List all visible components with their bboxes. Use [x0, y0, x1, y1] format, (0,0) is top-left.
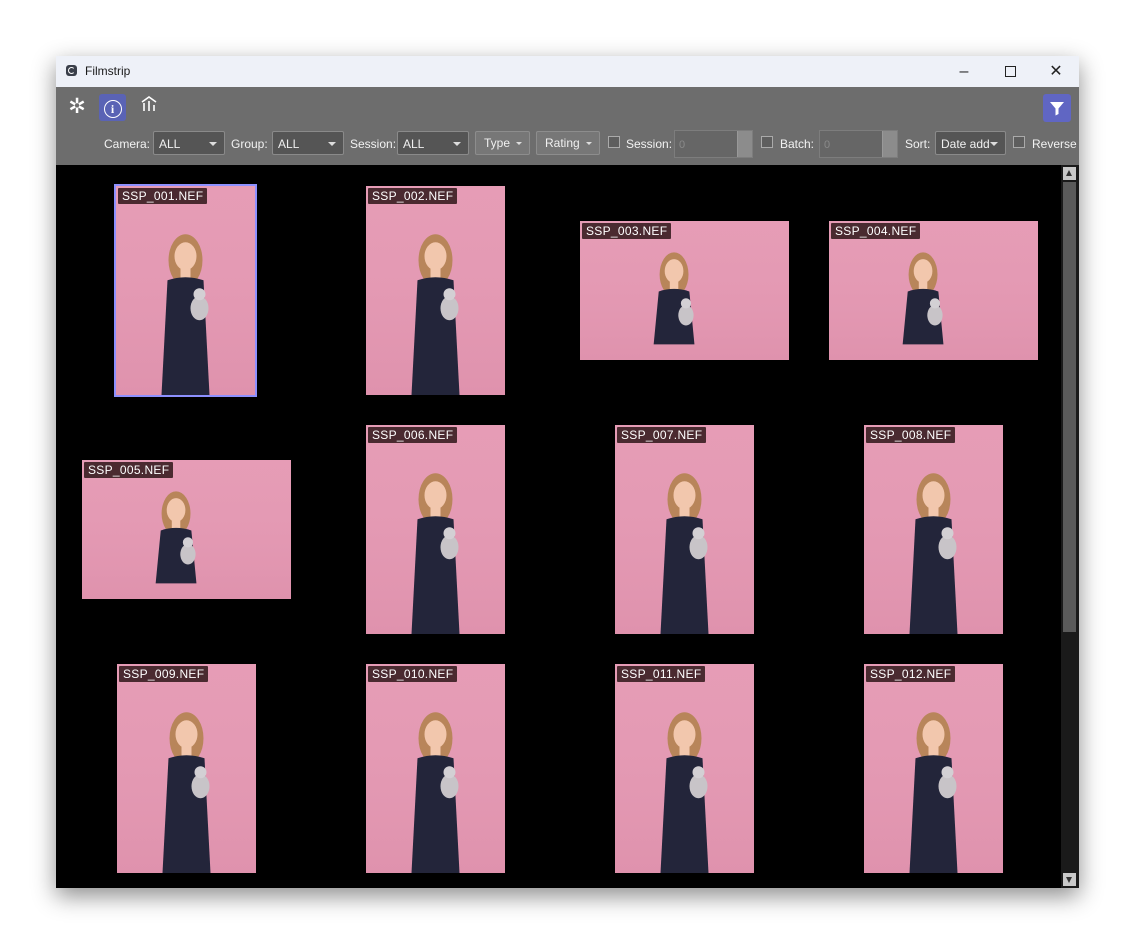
filmstrip-window: Filmstrip – ✕ ✲ i Camera: ALL Group: ALL… — [56, 56, 1079, 888]
thumbnail-12[interactable]: SSP_012.NEF — [864, 663, 1003, 873]
rating-button-label: Rating — [545, 136, 580, 150]
photo-image — [615, 663, 754, 873]
group-value: ALL — [278, 137, 300, 151]
batch-filter-label: Batch: — [780, 137, 815, 151]
photo-image — [580, 220, 789, 360]
camera-dropdown[interactable]: ALL — [153, 131, 225, 155]
session-filter-label: Session: — [626, 137, 673, 151]
thumbnail-10[interactable]: SSP_010.NEF — [366, 663, 505, 873]
filter-icon — [1050, 102, 1064, 116]
thumbnail-filename: SSP_002.NEF — [368, 187, 458, 204]
chevron-down-icon — [585, 142, 592, 146]
toolbar: ✲ i Camera: ALL Group: ALL Session: ALL … — [56, 87, 1079, 165]
sort-label: Sort: — [905, 137, 931, 151]
thumbnail-3[interactable]: SSP_003.NEF — [580, 220, 789, 360]
photo-image — [366, 185, 505, 395]
thumbnail-filename: SSP_007.NEF — [617, 426, 707, 443]
photo-image — [864, 424, 1003, 634]
reverse-checkbox[interactable] — [1013, 136, 1025, 148]
chevron-down-icon — [516, 142, 523, 146]
thumbnail-filename: SSP_006.NEF — [368, 426, 458, 443]
thumbnail-8[interactable]: SSP_008.NEF — [864, 424, 1003, 634]
camera-value: ALL — [159, 137, 181, 151]
spin-handle[interactable] — [737, 131, 752, 157]
photo-image — [829, 220, 1038, 360]
thumbnail-filename: SSP_008.NEF — [866, 426, 956, 443]
thumbnail-filename: SSP_005.NEF — [84, 461, 174, 478]
app-icon — [66, 65, 77, 76]
photo-image — [117, 663, 256, 873]
session-label: Session: — [350, 137, 397, 151]
batch-filter-checkbox[interactable] — [761, 136, 773, 148]
vertical-scrollbar[interactable] — [1061, 165, 1079, 888]
title-bar[interactable]: Filmstrip – ✕ — [56, 56, 1079, 87]
maximize-button[interactable] — [987, 56, 1033, 87]
chevron-down-icon — [453, 142, 461, 146]
photo-image — [366, 424, 505, 634]
session-filter-checkbox[interactable] — [608, 136, 620, 148]
thumbnail-filename: SSP_010.NEF — [368, 665, 458, 682]
session-spin-value: 0 — [679, 139, 686, 151]
info-icon[interactable]: i — [99, 94, 126, 121]
thumbnail-1[interactable]: SSP_001.NEF — [114, 183, 257, 397]
thumbnail-filename: SSP_001.NEF — [118, 187, 208, 204]
session-value: ALL — [403, 137, 425, 151]
sort-value: Date add — [941, 137, 990, 151]
photo-image — [615, 424, 754, 634]
thumbnail-filename: SSP_003.NEF — [582, 222, 672, 239]
photo-image — [864, 663, 1003, 873]
chart-icon[interactable] — [136, 94, 162, 120]
gear-icon[interactable]: ✲ — [64, 94, 90, 120]
scroll-down-icon[interactable] — [1063, 873, 1076, 886]
photo-image — [116, 185, 255, 395]
batch-spinbox[interactable]: 0 — [819, 130, 898, 158]
close-button[interactable]: ✕ — [1033, 56, 1079, 87]
type-button[interactable]: Type — [475, 131, 530, 155]
spin-handle[interactable] — [882, 131, 897, 157]
thumbnail-filename: SSP_009.NEF — [119, 665, 209, 682]
thumbnail-7[interactable]: SSP_007.NEF — [615, 424, 754, 634]
photo-image — [366, 663, 505, 873]
session-spinbox[interactable]: 0 — [674, 130, 753, 158]
batch-spin-value: 0 — [824, 139, 831, 151]
filter-button[interactable] — [1043, 94, 1071, 122]
group-label: Group: — [231, 137, 268, 151]
thumbnail-filename: SSP_011.NEF — [617, 665, 706, 682]
thumbnail-grid: SSP_001.NEF SSP_002.NEF SSP_003.NEF SSP_… — [56, 165, 1061, 888]
rating-button[interactable]: Rating — [536, 131, 600, 155]
scrollbar-thumb[interactable] — [1063, 182, 1076, 632]
thumbnail-filename: SSP_012.NEF — [866, 665, 956, 682]
chevron-down-icon — [990, 142, 998, 146]
group-dropdown[interactable]: ALL — [272, 131, 344, 155]
sort-dropdown[interactable]: Date add — [935, 131, 1006, 155]
thumbnail-2[interactable]: SSP_002.NEF — [366, 185, 505, 395]
thumbnail-5[interactable]: SSP_005.NEF — [82, 459, 291, 599]
chevron-down-icon — [328, 142, 336, 146]
type-button-label: Type — [484, 136, 511, 150]
thumbnail-9[interactable]: SSP_009.NEF — [117, 663, 256, 873]
reverse-label: Reverse — [1032, 137, 1077, 151]
chevron-down-icon — [209, 142, 217, 146]
thumbnail-11[interactable]: SSP_011.NEF — [615, 663, 754, 873]
minimize-button[interactable]: – — [941, 56, 987, 87]
session-dropdown[interactable]: ALL — [397, 131, 469, 155]
thumbnail-6[interactable]: SSP_006.NEF — [366, 424, 505, 634]
photo-image — [82, 459, 291, 599]
camera-label: Camera: — [104, 137, 151, 151]
scroll-up-icon[interactable] — [1063, 167, 1076, 180]
thumbnail-4[interactable]: SSP_004.NEF — [829, 220, 1038, 360]
thumbnail-filename: SSP_004.NEF — [831, 222, 921, 239]
window-title: Filmstrip — [85, 64, 131, 78]
maximize-icon — [1004, 66, 1016, 78]
